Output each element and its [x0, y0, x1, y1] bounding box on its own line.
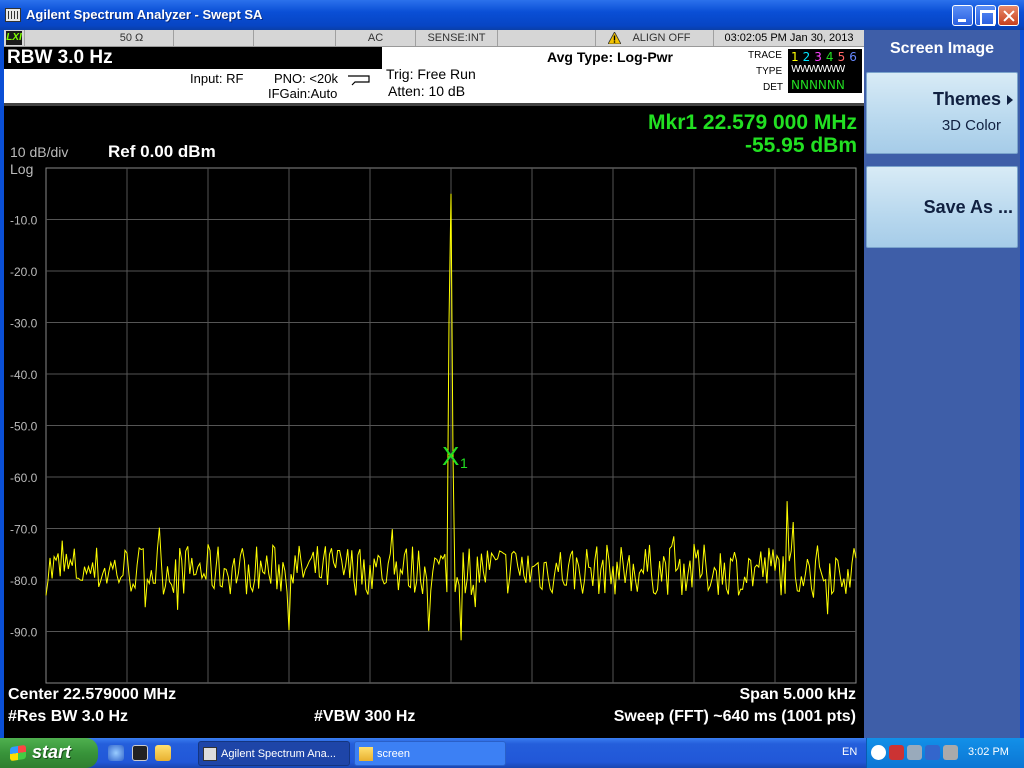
input-value: Input: RF — [190, 71, 244, 86]
tray-back-icon[interactable] — [871, 745, 886, 760]
res-bw-value: #Res BW 3.0 Hz — [8, 708, 129, 725]
trace-number-1: 1 — [791, 50, 800, 64]
tray-app-icon[interactable] — [889, 745, 904, 760]
command-prompt-icon[interactable] — [132, 745, 148, 761]
ie-icon[interactable] — [108, 745, 124, 761]
language-indicator[interactable]: EN — [842, 746, 857, 758]
vbw-value: #VBW 300 Hz — [314, 708, 416, 725]
minimize-button[interactable] — [952, 5, 973, 26]
pno-toggle-icon — [348, 75, 370, 86]
align-indicator: ALIGN OFF — [596, 30, 714, 46]
marker-1-symbol: X — [442, 441, 459, 471]
clock: 3:02 PM — [968, 746, 1009, 758]
y-tick-label: -70.0 — [10, 523, 38, 537]
tray-monitor-icon[interactable] — [943, 745, 958, 760]
save-as-softkey[interactable]: Save As ... — [866, 166, 1018, 248]
y-tick-label: -50.0 — [10, 420, 38, 434]
start-button[interactable]: start — [0, 738, 98, 768]
align-status: ALIGN OFF — [632, 32, 691, 44]
menu-title: Screen Image — [864, 30, 1020, 70]
y-tick-label: -60.0 — [10, 471, 38, 485]
analyzer-icon[interactable] — [5, 8, 21, 22]
trace-number-2: 2 — [802, 50, 812, 64]
task-analyzer[interactable]: Agilent Spectrum Ana... — [198, 741, 350, 766]
sense-indicator: SENSE:INT — [416, 30, 498, 46]
trace-number-6: 6 — [849, 50, 858, 64]
window-title: Agilent Spectrum Analyzer - Swept SA — [26, 7, 263, 22]
task-analyzer-label: Agilent Spectrum Ana... — [221, 748, 336, 760]
attenuation-value: Atten: 10 dB — [388, 83, 466, 99]
folder-icon[interactable] — [155, 745, 171, 761]
maximize-button[interactable] — [975, 5, 996, 26]
trace-number-4: 4 — [825, 50, 835, 64]
y-tick-label: -20.0 — [10, 265, 38, 279]
y-tick-label: -30.0 — [10, 317, 38, 331]
status-cell-empty — [498, 30, 596, 46]
windows-flag-icon — [10, 744, 26, 762]
softkey-panel: Screen Image Themes 3D Color Save As ... — [864, 30, 1020, 738]
sweep-value: Sweep (FFT) ~640 ms (1001 pts) — [613, 708, 856, 725]
spectrum-display[interactable]: 10 dB/div Log Ref 0.00 dBm Mkr1 22.579 0… — [4, 103, 864, 738]
close-button[interactable] — [998, 5, 1019, 26]
det-label: DET — [763, 82, 783, 93]
analyzer-icon — [203, 747, 217, 761]
impedance-indicator: 50 Ω — [90, 30, 174, 46]
status-cell-empty — [174, 30, 254, 46]
span-value: Span 5.000 kHz — [739, 686, 857, 703]
y-tick-label: -10.0 — [10, 214, 38, 228]
y-tick-label: -80.0 — [10, 574, 38, 588]
window-titlebar[interactable]: Agilent Spectrum Analyzer - Swept SA — [0, 0, 1024, 30]
pno-value: PNO: <20k — [274, 71, 338, 86]
trace-type-values: WWWWWW — [791, 64, 845, 75]
task-screen[interactable]: screen — [354, 741, 506, 766]
trigger-value: Trig: Free Run — [386, 66, 476, 82]
type-label: TYPE — [756, 66, 783, 77]
spectrum-plot[interactable]: -10.0 -20.0 -30.0 -40.0 -50.0 -60.0 -70.0 -80.0… — [4, 106, 864, 741]
trace-number-5: 5 — [837, 50, 847, 64]
folder-icon — [359, 747, 373, 761]
trace-numbers: 123456 — [791, 50, 861, 64]
taskbar: start Agilent Spectrum Ana... screen EN … — [0, 738, 1024, 768]
submenu-arrow-icon — [1007, 95, 1013, 105]
warning-icon — [608, 32, 621, 44]
trace-det-values: NNNNNN — [791, 78, 845, 92]
network-icon[interactable] — [907, 745, 922, 760]
trace-number-3: 3 — [814, 50, 823, 64]
desktop: Agilent Spectrum Analyzer - Swept SA LXI… — [0, 0, 1024, 768]
task-screen-label: screen — [377, 748, 411, 760]
marker-1-index: 1 — [460, 455, 468, 471]
avg-type-value: Avg Type: Log-Pwr — [547, 49, 673, 65]
center-frequency: Center 22.579000 MHz — [8, 686, 177, 703]
themes-label: Themes — [932, 89, 1001, 109]
tray-settings-icon[interactable] — [925, 745, 940, 760]
rbw-value: RBW 3.0 Hz — [4, 47, 382, 69]
y-tick-label: -90.0 — [10, 626, 38, 640]
save-as-label: Save As ... — [923, 197, 1013, 217]
datetime: 03:02:05 PM Jan 30, 2013 — [724, 32, 854, 44]
y-tick-labels: -10.0 -20.0 -30.0 -40.0 -50.0 -60.0 -70.0 -80.0… — [10, 214, 38, 640]
trace-label: TRACE — [748, 50, 782, 61]
themes-softkey[interactable]: Themes 3D Color — [866, 72, 1018, 154]
coupling-indicator: AC — [336, 30, 416, 46]
ifgain-value: IFGain:Auto — [268, 86, 338, 101]
y-tick-label: -40.0 — [10, 368, 38, 382]
status-cell-empty — [254, 30, 336, 46]
lxi-logo: LXI — [6, 31, 22, 45]
status-bar: LXI 50 Ω AC SENSE:INT ALIGN OFF 03:02:05… — [4, 30, 864, 47]
measurement-setup: RBW 3.0 Hz Input: RF PNO: <20k IFGain:Au… — [4, 47, 864, 103]
start-label: start — [32, 742, 72, 762]
trace-indicator: 123456 WWWWWW NNNNNN — [788, 49, 862, 93]
themes-value: 3D Color — [941, 117, 1001, 134]
window-border-right — [1020, 30, 1024, 738]
